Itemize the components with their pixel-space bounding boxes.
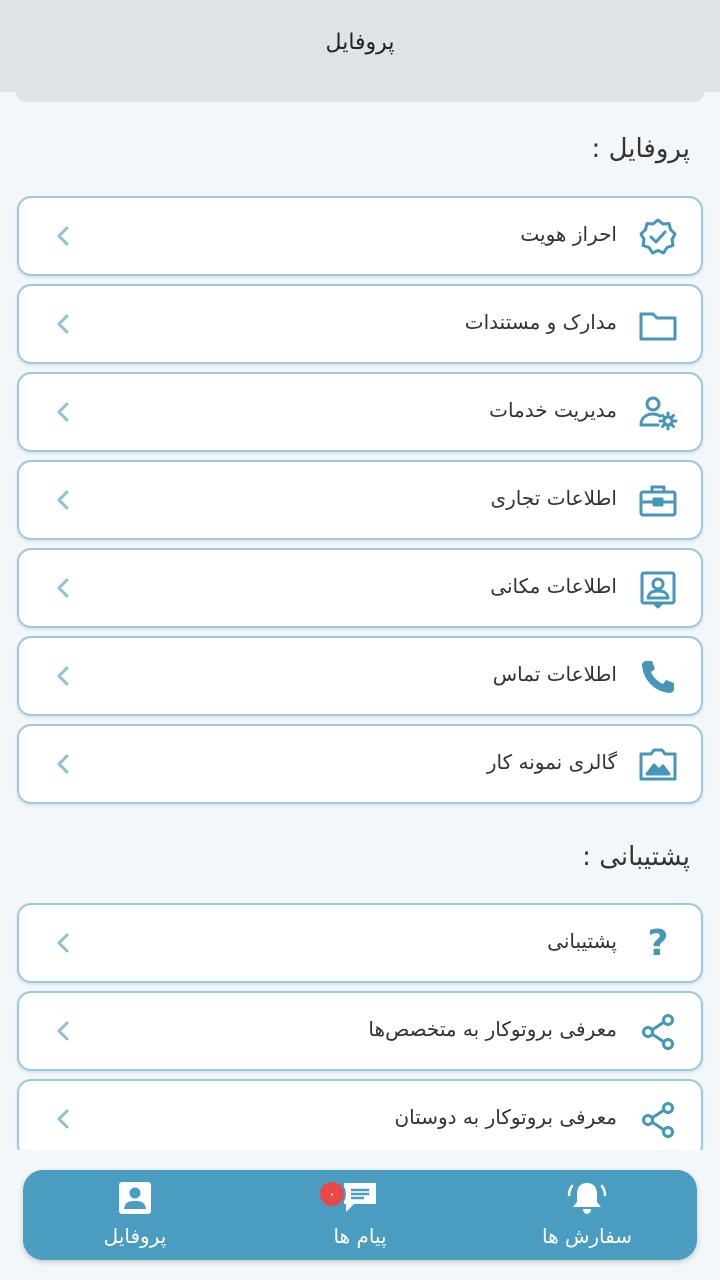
share-icon — [637, 1011, 679, 1053]
menu-item-business-info[interactable]: اطلاعات تجاری — [17, 460, 703, 540]
bottom-navigation: سفارش ها ۰ پیام ها پروفایل — [23, 1170, 697, 1260]
nav-label: پروفایل — [103, 1224, 167, 1248]
chat-icon: ۰ — [318, 1180, 380, 1216]
nav-tab-orders[interactable]: سفارش ها — [487, 1170, 687, 1260]
bell-icon — [567, 1180, 607, 1216]
chevron-left-icon — [51, 574, 75, 602]
section-title-support: پشتیبانی : — [582, 842, 690, 872]
nav-label: پیام ها — [333, 1224, 387, 1248]
menu-item-label: پشتیبانی — [547, 929, 617, 953]
menu-item-label: معرفی بروتوکار به متخصص‌ها — [368, 1017, 617, 1041]
header-shadow — [16, 92, 704, 102]
menu-item-label: اطلاعات تماس — [492, 662, 617, 686]
chevron-left-icon — [51, 486, 75, 514]
menu-item-location-info[interactable]: اطلاعات مکانی — [17, 548, 703, 628]
chevron-left-icon — [51, 398, 75, 426]
briefcase-icon — [637, 480, 679, 522]
scroll-content[interactable]: پروفایل : احراز هویت مدارک و مستندات مدی… — [0, 102, 720, 1150]
chevron-left-icon — [51, 1017, 75, 1045]
menu-item-label: گالری نمونه کار — [486, 750, 617, 774]
user-settings-icon — [637, 392, 679, 434]
chevron-left-icon — [51, 662, 75, 690]
verified-badge-icon — [637, 216, 679, 258]
menu-item-portfolio-gallery[interactable]: گالری نمونه کار — [17, 724, 703, 804]
section-title-profile: پروفایل : — [591, 134, 690, 164]
profile-card-icon — [115, 1180, 155, 1216]
page-title: پروفایل — [325, 29, 395, 55]
menu-item-identity-verification[interactable]: احراز هویت — [17, 196, 703, 276]
nav-label: سفارش ها — [541, 1224, 633, 1248]
menu-item-label: احراز هویت — [520, 222, 617, 246]
menu-item-support[interactable]: ? پشتیبانی — [17, 903, 703, 983]
chevron-left-icon — [51, 929, 75, 957]
chevron-left-icon — [51, 750, 75, 778]
menu-item-service-management[interactable]: مدیریت خدمات — [17, 372, 703, 452]
menu-item-label: اطلاعات مکانی — [490, 574, 617, 598]
share-icon — [637, 1099, 679, 1141]
menu-item-label: معرفی بروتوکار به دوستان — [394, 1105, 617, 1129]
menu-item-label: مدیریت خدمات — [489, 398, 617, 422]
nav-tab-profile[interactable]: پروفایل — [35, 1170, 235, 1260]
chevron-left-icon — [51, 310, 75, 338]
app-header: پروفایل — [0, 0, 720, 92]
location-card-icon — [637, 568, 679, 610]
menu-item-label: مدارک و مستندات — [464, 310, 617, 334]
gallery-icon — [637, 744, 679, 786]
menu-item-refer-friends[interactable]: معرفی بروتوکار به دوستان — [17, 1079, 703, 1150]
phone-icon — [637, 656, 679, 698]
menu-item-documents[interactable]: مدارک و مستندات — [17, 284, 703, 364]
folder-icon — [637, 304, 679, 346]
nav-tab-messages[interactable]: ۰ پیام ها — [260, 1170, 460, 1260]
menu-item-label: اطلاعات تجاری — [490, 486, 617, 510]
chevron-left-icon — [51, 222, 75, 250]
question-icon: ? — [647, 923, 669, 964]
unread-badge: ۰ — [318, 1180, 346, 1208]
menu-item-contact-info[interactable]: اطلاعات تماس — [17, 636, 703, 716]
menu-item-refer-specialists[interactable]: معرفی بروتوکار به متخصص‌ها — [17, 991, 703, 1071]
chevron-left-icon — [51, 1105, 75, 1133]
